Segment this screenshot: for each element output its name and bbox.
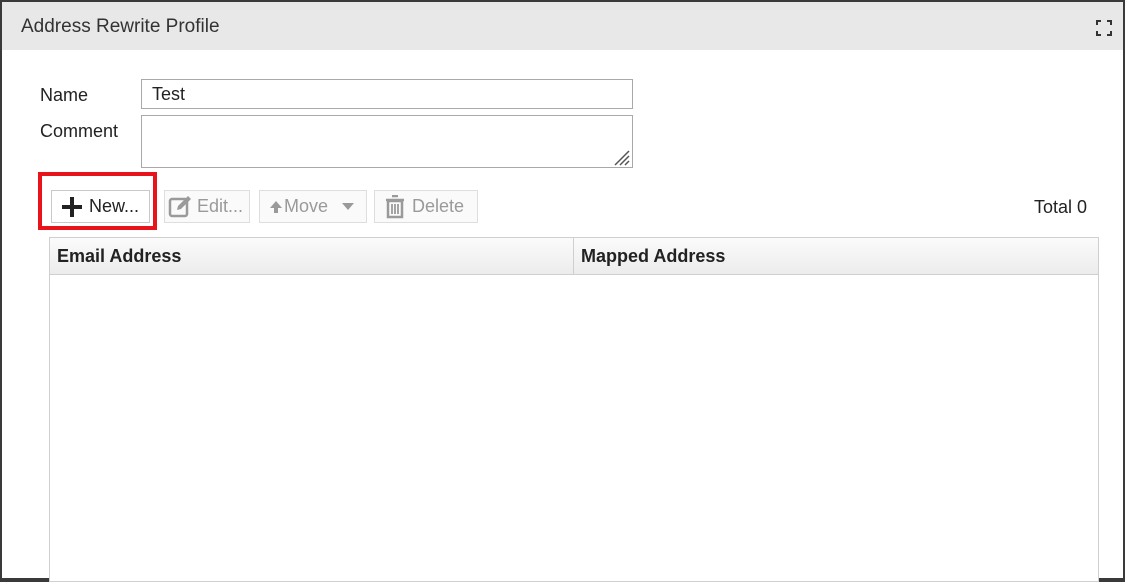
comment-label: Comment <box>40 121 119 141</box>
edit-icon <box>168 195 192 219</box>
column-header-mapped-address[interactable]: Mapped Address <box>574 238 1098 274</box>
total-count: Total 0 <box>1033 197 1087 217</box>
dialog-titlebar: Address Rewrite Profile <box>2 2 1123 50</box>
new-button[interactable]: New... <box>51 190 150 223</box>
address-rewrite-profile-dialog: Address Rewrite Profile Name Comment New… <box>2 2 1123 582</box>
dialog-title: Address Rewrite Profile <box>21 16 220 37</box>
table-header: Email Address Mapped Address <box>50 238 1098 275</box>
address-table: Email Address Mapped Address <box>49 237 1099 582</box>
arrow-up-icon <box>269 200 283 214</box>
comment-textarea[interactable] <box>141 115 633 168</box>
resize-grip-icon[interactable] <box>612 148 630 166</box>
name-input[interactable] <box>141 79 633 109</box>
name-label: Name <box>40 85 89 105</box>
edit-button-label: Edit... <box>197 196 244 216</box>
column-header-email-address[interactable]: Email Address <box>50 238 573 274</box>
plus-icon <box>61 196 83 218</box>
delete-button[interactable]: Delete <box>374 190 478 223</box>
move-button[interactable]: Move <box>259 190 367 223</box>
maximize-icon[interactable] <box>1096 20 1112 36</box>
caret-down-icon[interactable] <box>341 202 355 212</box>
delete-button-label: Delete <box>412 196 465 216</box>
move-button-label: Move <box>284 196 329 216</box>
trash-icon <box>385 194 405 219</box>
new-button-label: New... <box>89 196 140 216</box>
edit-button[interactable]: Edit... <box>164 190 250 223</box>
